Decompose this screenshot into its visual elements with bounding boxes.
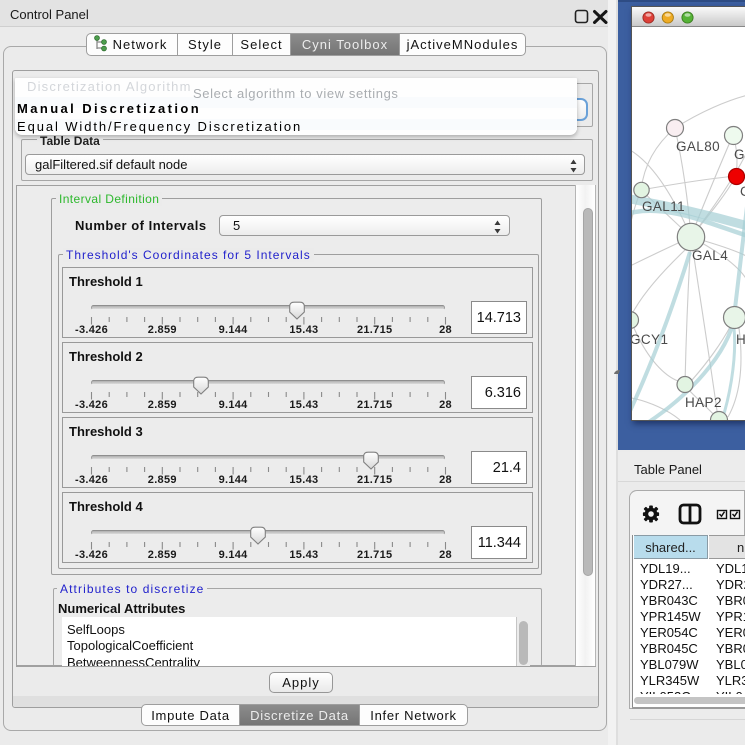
svg-text:GCY1: GCY1 [632,332,668,347]
svg-text:GAL80: GAL80 [676,139,720,154]
svg-text:G.: G. [734,147,745,162]
svg-text:GAL4: GAL4 [692,248,728,263]
svg-text:C: C [740,184,745,199]
svg-text:HAP2: HAP2 [685,395,722,410]
svg-text:GAL11: GAL11 [642,199,685,214]
svg-text:H: H [736,332,745,347]
